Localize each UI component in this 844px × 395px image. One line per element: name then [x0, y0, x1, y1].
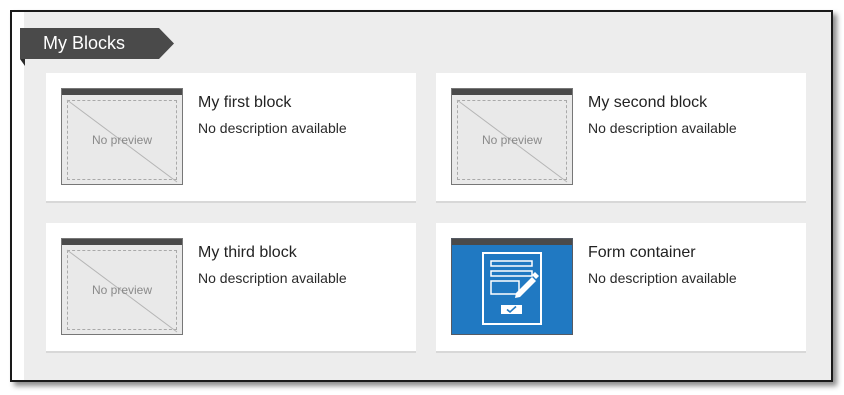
- block-card-my-first-block[interactable]: No preview My first block No description…: [46, 73, 416, 203]
- panel-left-rail: [12, 12, 24, 380]
- block-title[interactable]: Form container: [588, 244, 696, 262]
- no-preview-label: No preview: [91, 283, 153, 297]
- form-edit-icon: [482, 252, 542, 325]
- block-card-my-second-block[interactable]: No preview My second block No descriptio…: [436, 73, 806, 203]
- block-description: No description available: [198, 270, 347, 286]
- section-tab: My Blocks: [20, 28, 174, 59]
- block-title[interactable]: My first block: [198, 94, 291, 112]
- blocks-panel: My Blocks No preview My first block No d…: [10, 10, 833, 382]
- block-thumbnail: [451, 238, 573, 335]
- block-title[interactable]: My third block: [198, 244, 297, 262]
- no-preview-label: No preview: [91, 133, 153, 147]
- section-tab-fold: [20, 59, 25, 66]
- block-description: No description available: [588, 270, 737, 286]
- block-thumbnail: No preview: [451, 88, 573, 185]
- block-card-my-third-block[interactable]: No preview My third block No description…: [46, 223, 416, 353]
- block-description: No description available: [588, 120, 737, 136]
- block-thumbnail: No preview: [61, 88, 183, 185]
- section-title: My Blocks: [43, 33, 126, 53]
- block-title[interactable]: My second block: [588, 94, 707, 112]
- block-description: No description available: [198, 120, 347, 136]
- block-thumbnail: No preview: [61, 238, 183, 335]
- block-card-form-container[interactable]: Form container No description available: [436, 223, 806, 353]
- no-preview-label: No preview: [481, 133, 543, 147]
